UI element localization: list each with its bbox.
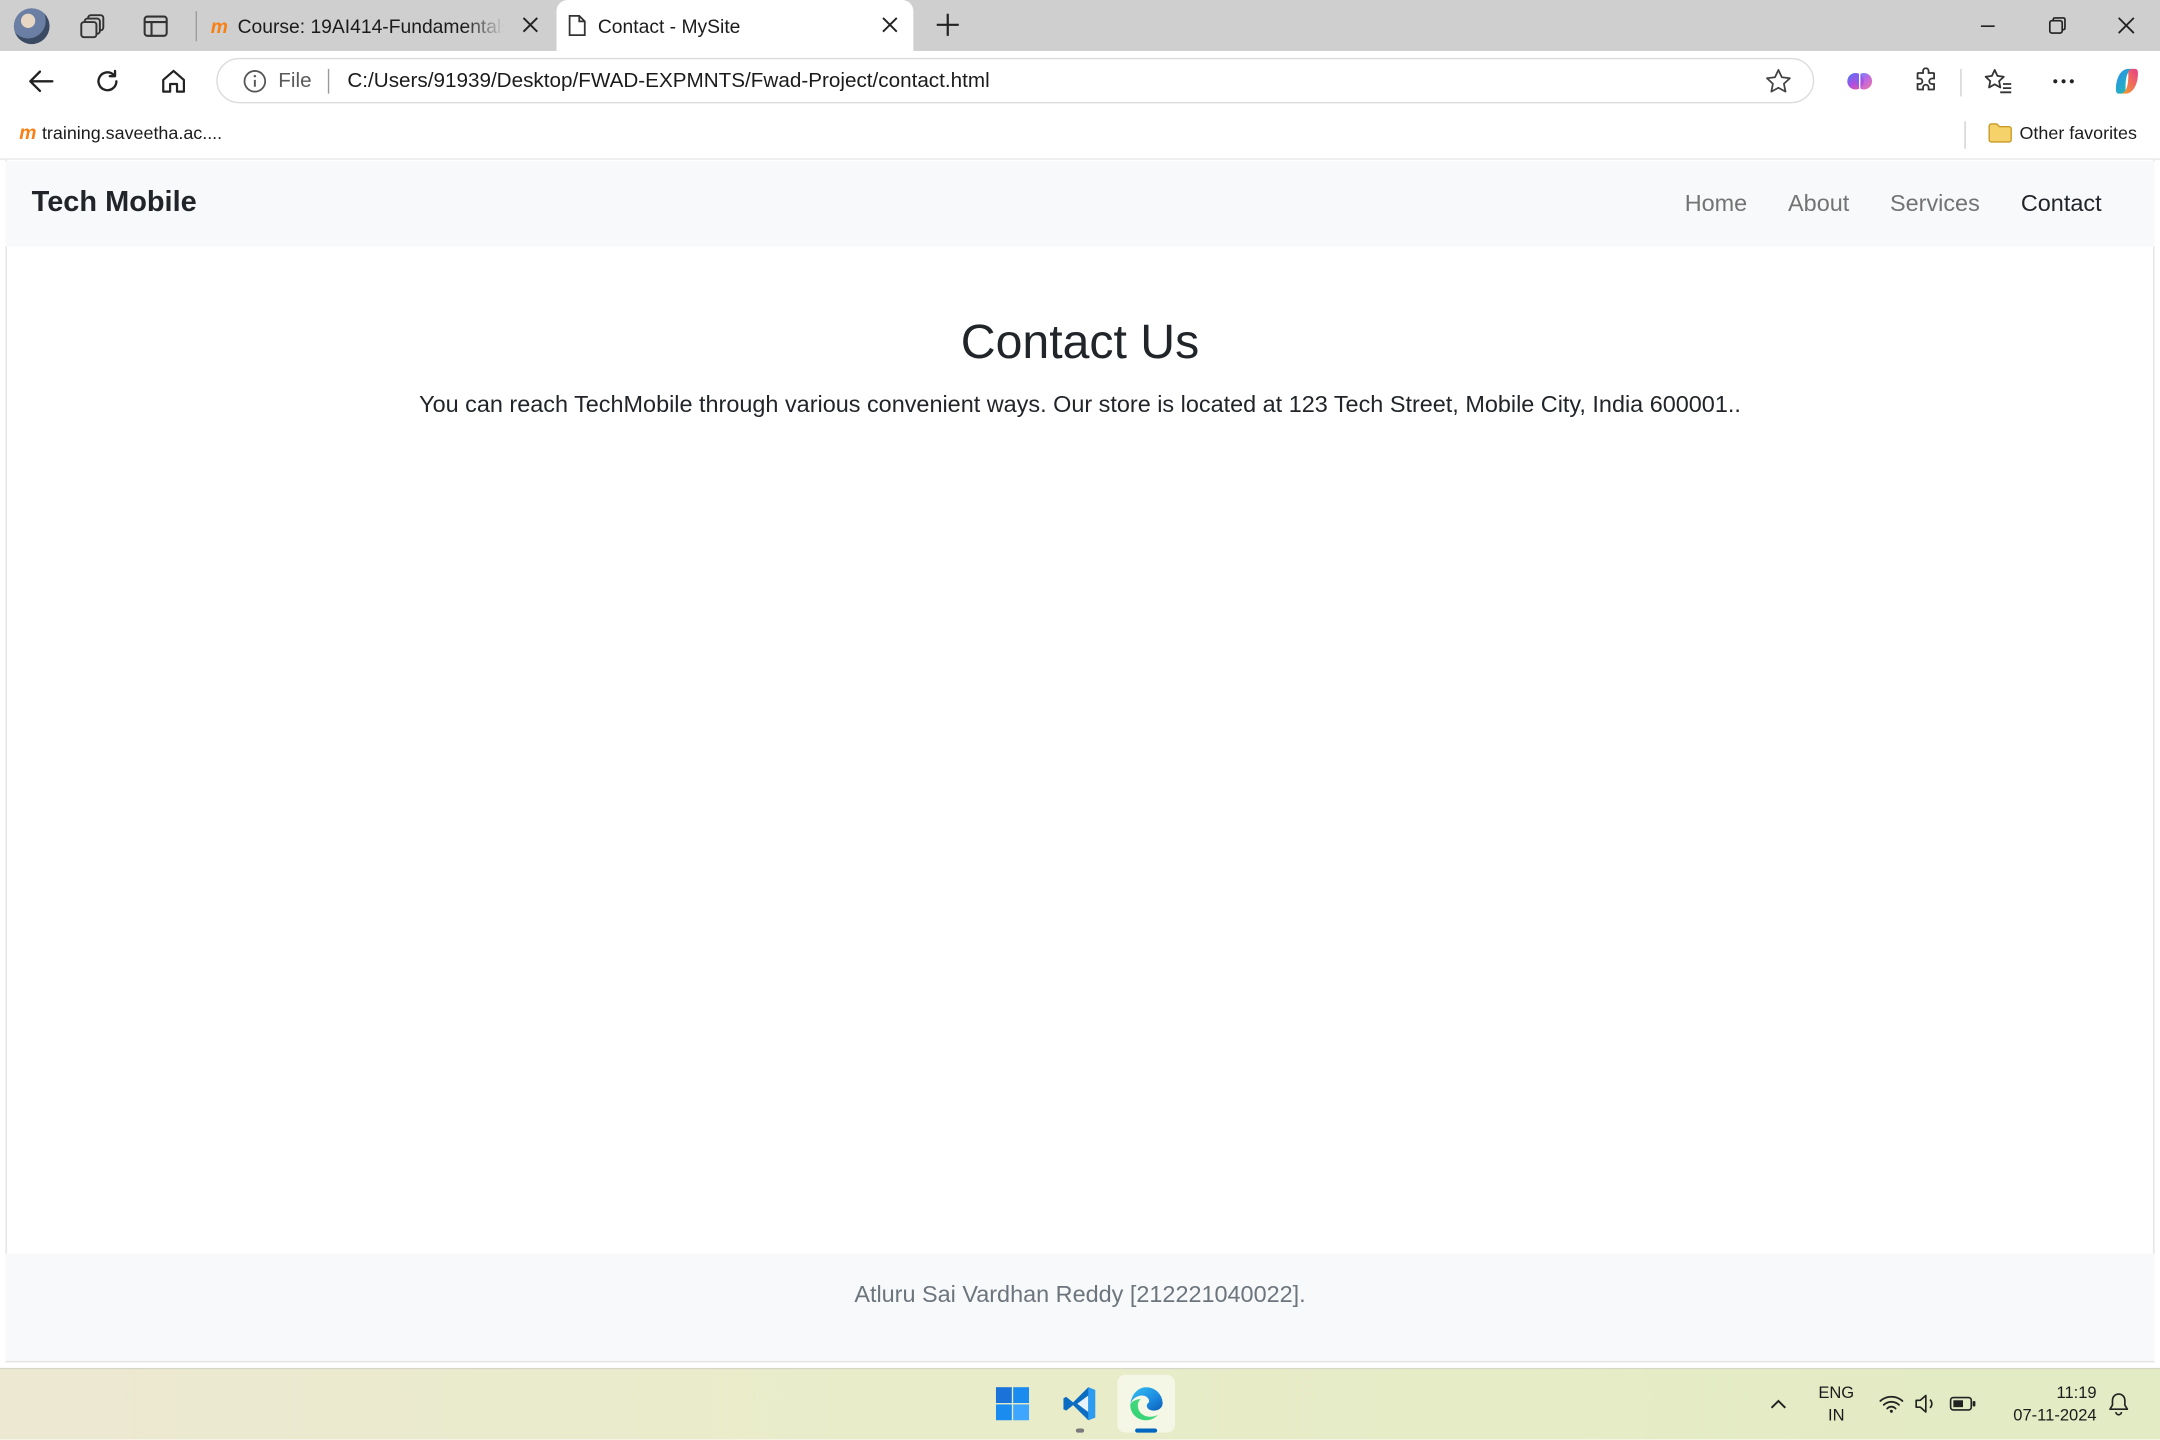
clock-time: 11:19: [2056, 1383, 2097, 1403]
more-options-icon[interactable]: [2043, 61, 2084, 102]
extensions-icon[interactable]: [1905, 61, 1946, 102]
system-clock[interactable]: 11:19 07-11-2024: [1992, 1382, 2097, 1426]
nav-link-contact[interactable]: Contact: [2021, 190, 2102, 218]
address-divider: [328, 68, 330, 93]
edge-icon[interactable]: [1117, 1374, 1176, 1433]
profile-avatar[interactable]: [13, 8, 50, 45]
favorites-icon[interactable]: [1978, 61, 2019, 102]
close-icon[interactable]: [518, 12, 543, 37]
workspaces-icon[interactable]: [74, 7, 113, 46]
minimize-icon[interactable]: [1953, 0, 2022, 51]
favorite-training-saveetha[interactable]: m training.saveetha.ac....: [19, 121, 222, 143]
other-favorites-label: Other favorites: [2019, 121, 2137, 143]
page-title: Contact Us: [960, 315, 1200, 370]
battery-icon[interactable]: [1948, 1389, 1978, 1419]
new-tab-icon[interactable]: [928, 6, 967, 45]
folder-icon: [1988, 121, 2013, 143]
page-icon: [568, 14, 587, 37]
region-code: IN: [1828, 1405, 1845, 1425]
other-favorites-folder[interactable]: Other favorites: [1988, 121, 2137, 143]
tab-title: Contact - MySite: [597, 14, 741, 37]
site-brand[interactable]: Tech Mobile: [32, 186, 197, 219]
back-icon[interactable]: [21, 61, 62, 102]
tab-contact[interactable]: Contact - MySite: [556, 0, 914, 51]
footer-text: Atluru Sai Vardhan Reddy [212221040022].: [854, 1281, 1306, 1308]
copilot-vision-icon[interactable]: [1839, 61, 1880, 102]
language-code: ENG: [1818, 1383, 1855, 1403]
wifi-icon[interactable]: [1876, 1389, 1906, 1419]
volume-icon[interactable]: [1911, 1389, 1941, 1419]
contact-description: You can reach TechMobile through various…: [419, 391, 1741, 418]
nav-link-services[interactable]: Services: [1890, 190, 1980, 218]
close-icon[interactable]: [877, 12, 902, 37]
clock-date: 07-11-2024: [2013, 1405, 2097, 1425]
favorite-label: training.saveetha.ac....: [41, 121, 223, 143]
address-bar[interactable]: File C:/Users/91939/Desktop/FWAD-EXPMNTS…: [216, 57, 1815, 104]
moodle-icon: m: [210, 14, 228, 37]
start-button[interactable]: [984, 1375, 1042, 1433]
tab-course[interactable]: m Course: 19AI414-Fundamentals of Web Ap…: [197, 0, 554, 51]
vertical-tabs-icon[interactable]: [136, 7, 175, 46]
nav-link-about[interactable]: About: [1788, 190, 1849, 218]
vscode-running-indicator: [1075, 1428, 1085, 1433]
refresh-icon[interactable]: [87, 61, 128, 102]
copilot-icon[interactable]: [2106, 61, 2147, 102]
window-close-icon[interactable]: [2091, 0, 2160, 51]
favorites-divider: [1964, 121, 1966, 149]
language-indicator[interactable]: ENG IN: [1813, 1382, 1860, 1426]
tab-title: Course: 19AI414-Fundamentals of Web Appl…: [237, 14, 505, 37]
info-icon[interactable]: [242, 68, 267, 93]
vscode-icon[interactable]: [1051, 1375, 1109, 1433]
restore-icon[interactable]: [2022, 0, 2091, 51]
nav-link-home[interactable]: Home: [1685, 190, 1747, 218]
address-scheme-label: File: [278, 68, 312, 93]
address-url[interactable]: C:/Users/91939/Desktop/FWAD-EXPMNTS/Fwad…: [347, 69, 989, 92]
toolbar-divider: [1960, 68, 1962, 97]
favorite-star-icon[interactable]: [1765, 67, 1793, 95]
home-icon[interactable]: [153, 61, 194, 102]
edge-active-indicator: [1135, 1428, 1158, 1433]
chevron-up-icon[interactable]: [1763, 1389, 1793, 1419]
notification-bell-icon[interactable]: [2104, 1389, 2134, 1419]
moodle-icon: m: [19, 121, 36, 144]
favorites-bar: [0, 111, 2160, 160]
